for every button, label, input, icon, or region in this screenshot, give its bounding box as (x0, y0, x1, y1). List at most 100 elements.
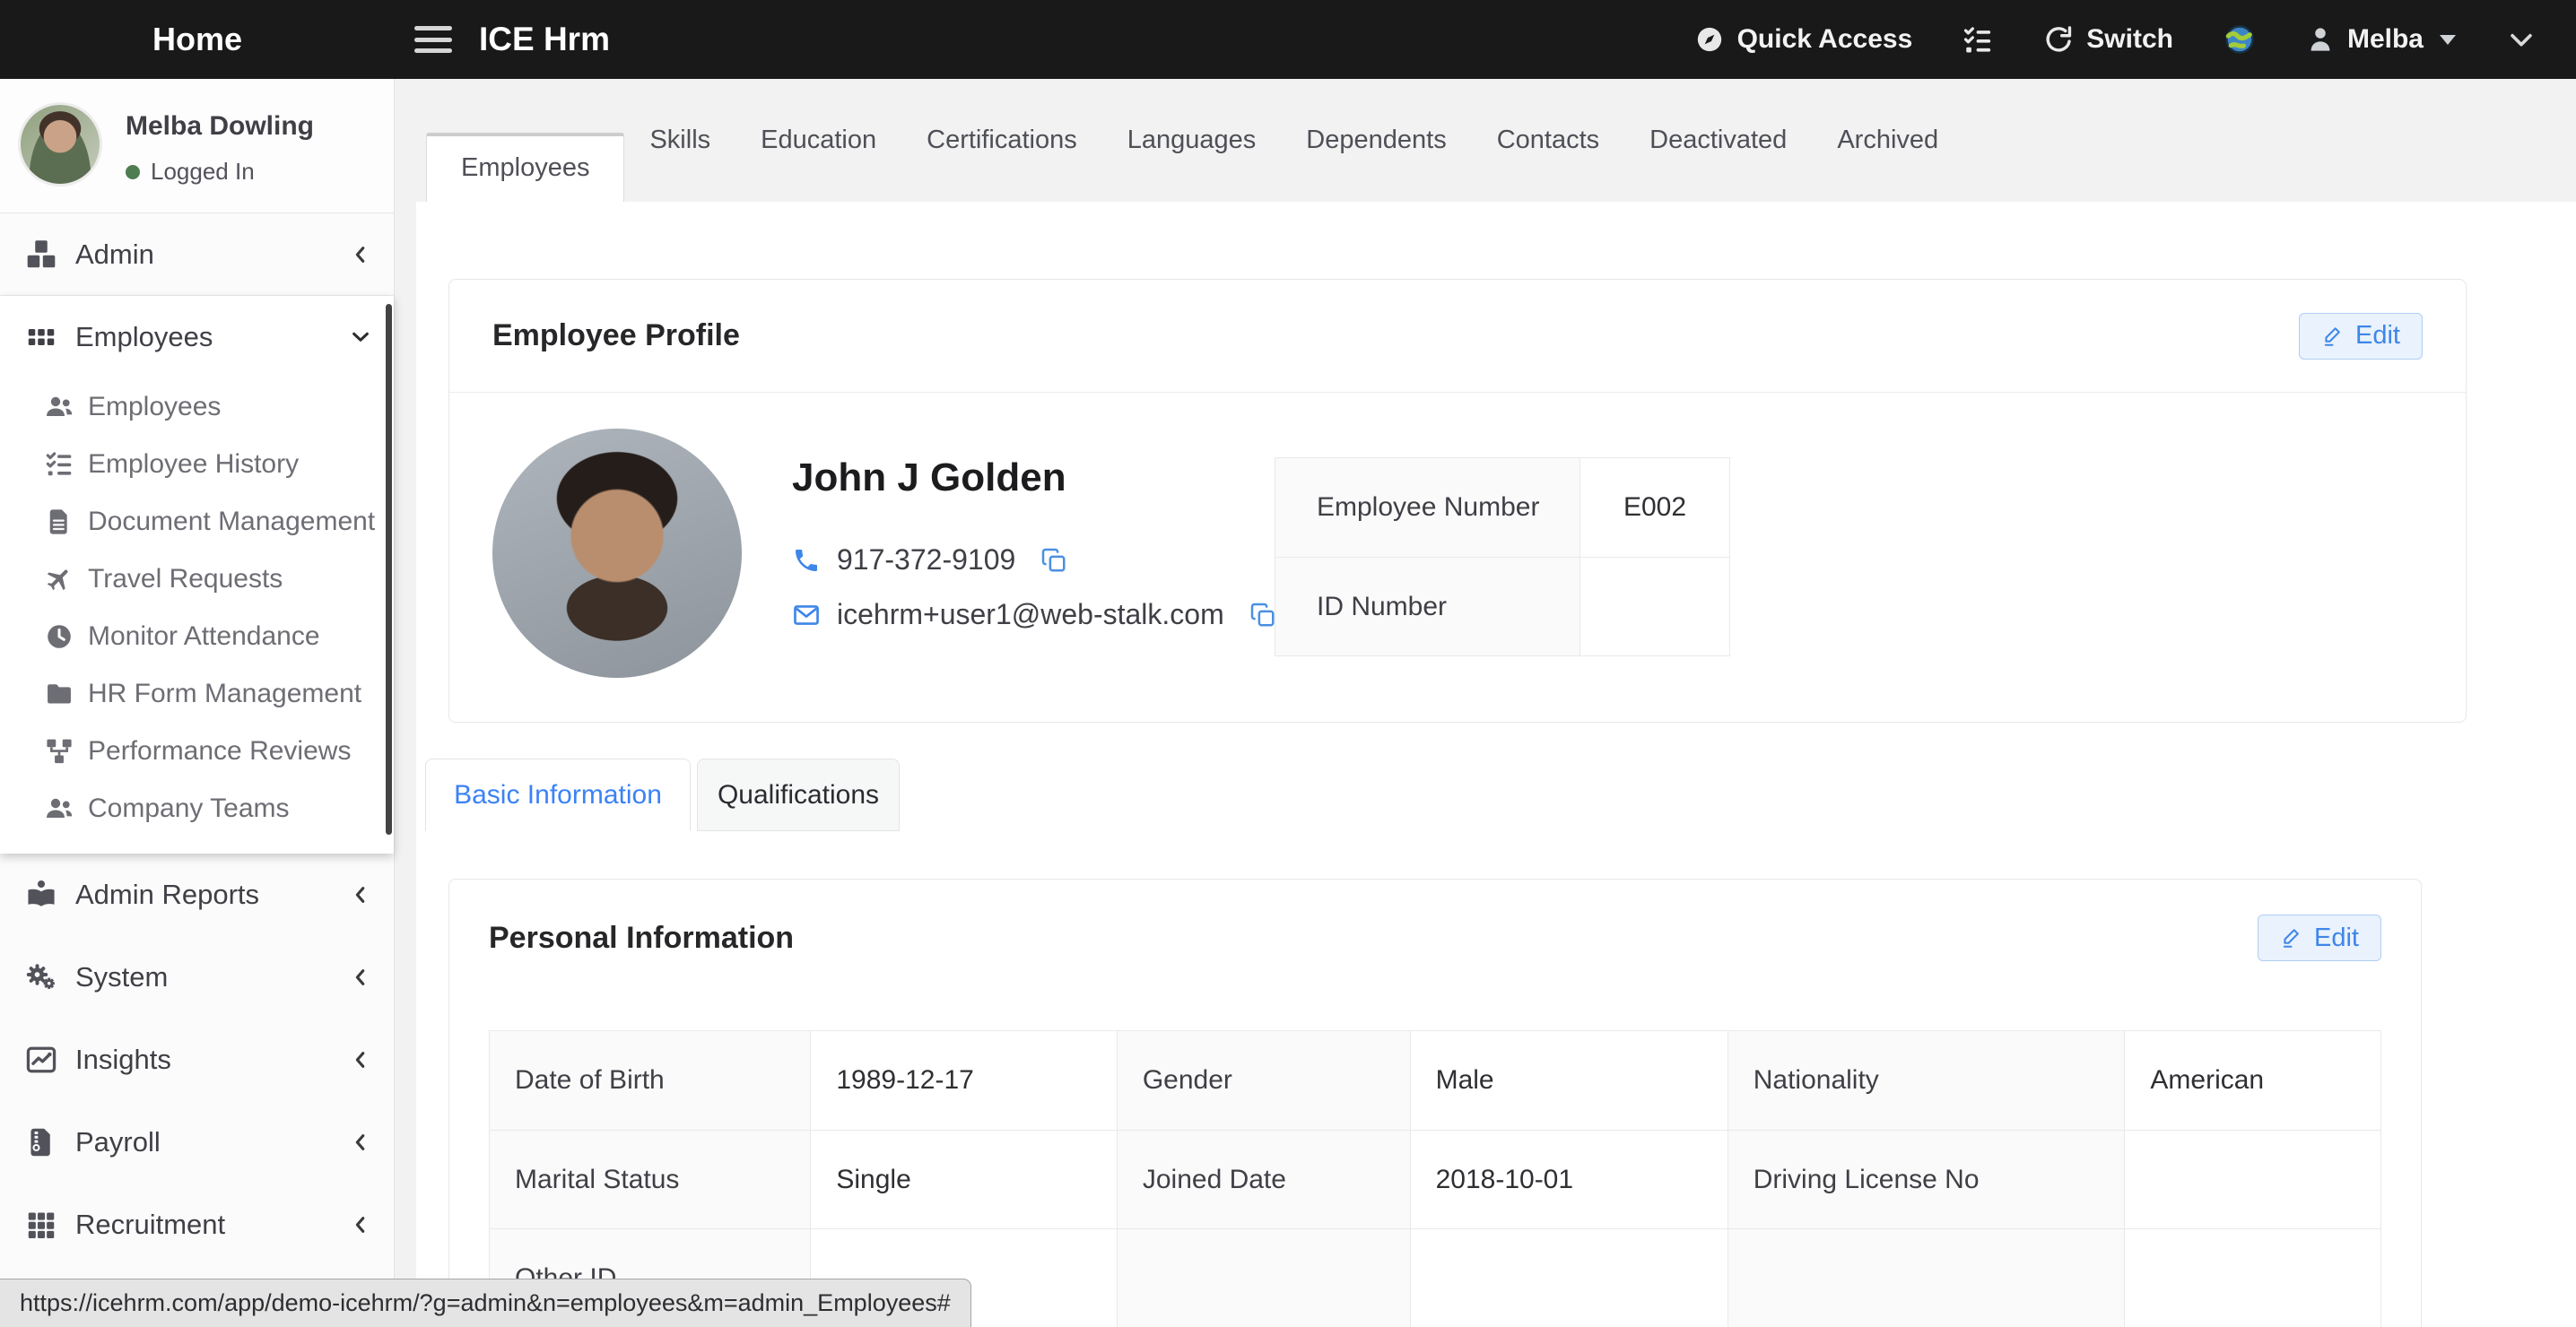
status-dot (126, 165, 140, 179)
employee-profile-card: Employee Profile Edit John J Golden (448, 279, 2467, 723)
detail-subtabs: Basic Information Qualifications (425, 759, 900, 831)
sidebar-item-employees[interactable]: Employees (0, 378, 394, 436)
employee-profile-title: Employee Profile (492, 318, 740, 353)
subtab-basic-information[interactable]: Basic Information (425, 759, 691, 831)
users-icon (45, 794, 74, 823)
main-content: Employees Skills Education Certification… (416, 79, 2576, 1327)
employee-id-table: Employee Number E002 ID Number (1275, 457, 1730, 656)
chart-line-icon (25, 1044, 57, 1076)
switch-icon (2043, 24, 2074, 55)
file-invoice-icon (25, 1126, 57, 1158)
grid9-icon (25, 1209, 57, 1241)
subtab-qualifications[interactable]: Qualifications (697, 759, 900, 831)
caret-down-icon (2440, 35, 2456, 45)
user-menu[interactable]: Melba (2306, 24, 2456, 55)
switch-button[interactable]: Switch (2043, 24, 2173, 55)
copy-icon (1249, 602, 1276, 629)
copy-icon (1040, 547, 1067, 574)
employee-profile-header: Employee Profile Edit (449, 280, 2466, 393)
edit-profile-button[interactable]: Edit (2299, 313, 2423, 360)
chevron-left-icon (351, 967, 370, 987)
tab-dependents[interactable]: Dependents (1281, 79, 1471, 202)
person-icon (2306, 25, 2335, 54)
employee-name: John J Golden (792, 455, 1276, 500)
chevron-left-icon (351, 245, 370, 265)
tab-deactivated[interactable]: Deactivated (1624, 79, 1812, 202)
sidebar-item-travel-requests[interactable]: Travel Requests (0, 551, 394, 608)
employee-photo (492, 429, 742, 678)
navbar-collapse-chevron[interactable] (2506, 24, 2537, 55)
copy-email-button[interactable] (1249, 602, 1276, 629)
copy-phone-button[interactable] (1040, 547, 1067, 574)
employee-summary: John J Golden 917-372-9109 (792, 455, 1276, 631)
sidebar-item-system[interactable]: System (0, 936, 394, 1019)
nav-home-link[interactable]: Home (0, 21, 395, 58)
employee-phone-row: 917-372-9109 (792, 543, 1276, 577)
pencil-icon (2321, 325, 2345, 348)
module-tabbar: Employees Skills Education Certification… (416, 79, 2576, 202)
chevron-left-icon (351, 1215, 370, 1235)
sidebar-item-admin-reports[interactable]: Admin Reports (0, 854, 394, 936)
tasks-icon[interactable] (1962, 24, 1993, 55)
employee-number-value: E002 (1580, 458, 1729, 557)
edit-personal-information-button[interactable]: Edit (2258, 915, 2381, 961)
navbar-actions: Quick Access (1694, 23, 2537, 56)
tab-skills[interactable]: Skills (624, 79, 735, 202)
tab-education[interactable]: Education (735, 79, 901, 202)
tab-contacts[interactable]: Contacts (1472, 79, 1624, 202)
hamburger-icon[interactable] (414, 26, 452, 53)
users-icon (45, 393, 74, 421)
table-row: Marital Status Single Joined Date 2018-1… (490, 1130, 2380, 1228)
user-avatar (18, 102, 102, 186)
sidebar-item-employees-group[interactable]: Employees (0, 296, 394, 378)
sidebar-item-performance-reviews[interactable]: Performance Reviews (0, 723, 394, 780)
sidebar: Melba Dowling Logged In Admin (0, 79, 395, 1327)
file-icon (45, 507, 74, 536)
grid-icon (25, 321, 57, 353)
sidebar-item-employee-history[interactable]: Employee History (0, 436, 394, 493)
icehrm-app: Home ICE Hrm Quick Access (0, 0, 2576, 1327)
tab-languages[interactable]: Languages (1102, 79, 1282, 202)
phone-icon (792, 546, 821, 575)
sidebar-item-document-management[interactable]: Document Management (0, 493, 394, 551)
sidebar-scrollbar[interactable] (386, 304, 392, 835)
sidebar-profile: Melba Dowling Logged In (0, 79, 394, 213)
table-row: ID Number (1275, 557, 1729, 655)
personal-information-header: Personal Information Edit (449, 880, 2421, 996)
sidebar-item-insights[interactable]: Insights (0, 1019, 394, 1101)
employee-email[interactable]: icehrm+user1@web-stalk.com (837, 598, 1224, 631)
personal-information-card: Personal Information Edit Date of (448, 879, 2422, 1327)
id-number-value (1580, 558, 1729, 655)
pencil-icon (2280, 926, 2303, 950)
chevron-down-icon (351, 327, 370, 347)
sidebar-item-hr-form-management[interactable]: HR Form Management (0, 665, 394, 723)
app-brand[interactable]: ICE Hrm (479, 21, 610, 58)
employee-phone[interactable]: 917-372-9109 (837, 543, 1015, 577)
sidebar-item-recruitment[interactable]: Recruitment (0, 1184, 394, 1266)
clock-icon (45, 622, 74, 651)
sidebar-item-admin[interactable]: Admin (0, 213, 394, 296)
table-row: Date of Birth 1989-12-17 Gender Male Nat… (490, 1031, 2380, 1130)
book-reader-icon (25, 879, 57, 911)
globe-icon[interactable] (2224, 23, 2256, 56)
sidebar-item-payroll[interactable]: Payroll (0, 1101, 394, 1184)
employee-email-row: icehrm+user1@web-stalk.com (792, 598, 1276, 631)
compass-icon (1694, 24, 1725, 55)
table-row: Employee Number E002 (1275, 458, 1729, 557)
tab-archived[interactable]: Archived (1812, 79, 1963, 202)
tab-employees[interactable]: Employees (426, 133, 624, 202)
sidebar-group-employees: Employees Employees (0, 296, 394, 854)
sidebar-item-company-teams[interactable]: Company Teams (0, 780, 394, 837)
diagram-project-icon (45, 737, 74, 766)
chevron-left-icon (351, 1132, 370, 1152)
tab-certifications[interactable]: Certifications (901, 79, 1102, 202)
login-status: Logged In (126, 158, 255, 186)
quick-access-button[interactable]: Quick Access (1694, 24, 1913, 55)
chevron-left-icon (351, 885, 370, 905)
chevron-down-icon (2506, 24, 2537, 55)
sidebar-item-monitor-attendance[interactable]: Monitor Attendance (0, 608, 394, 665)
tab-panel: Employee Profile Edit John J Golden (416, 202, 2576, 1327)
envelope-icon (792, 601, 821, 629)
top-navbar: Home ICE Hrm Quick Access (0, 0, 2576, 79)
cubes-icon (25, 239, 57, 271)
